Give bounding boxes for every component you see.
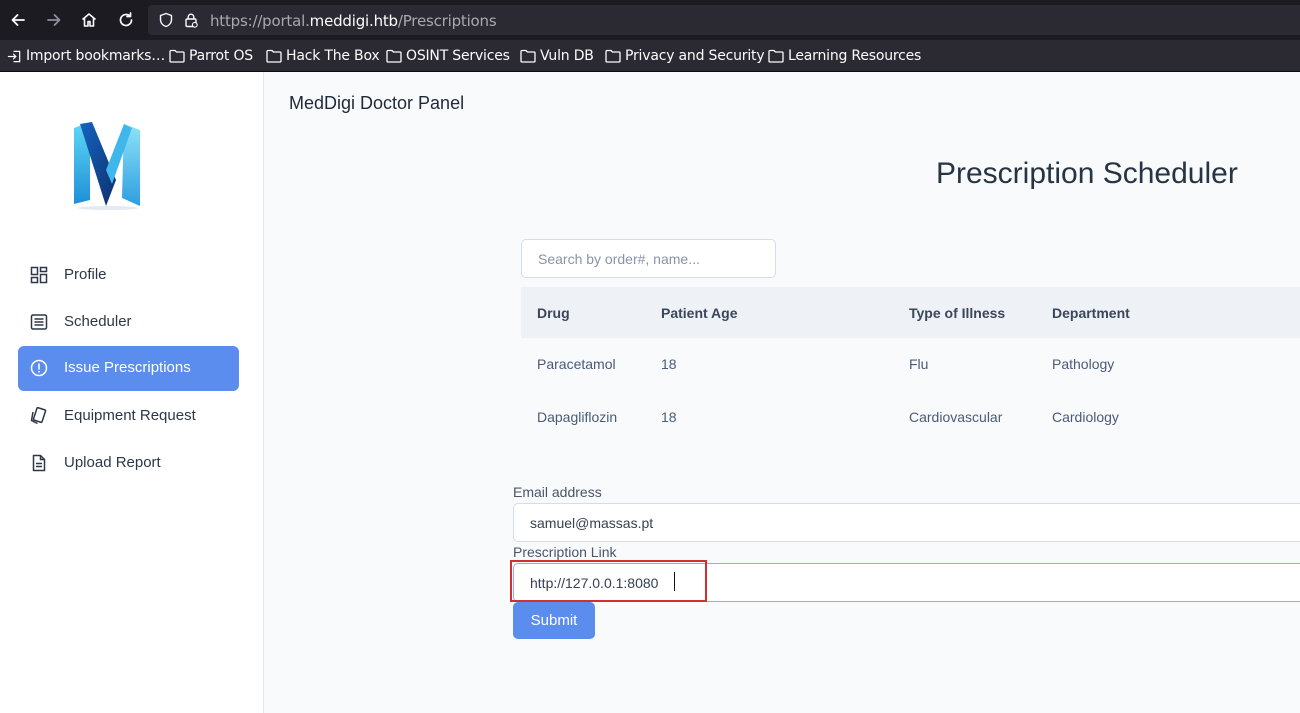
sidebar-item-scheduler[interactable]: Scheduler bbox=[18, 300, 239, 345]
column-header-department[interactable]: Department bbox=[1052, 305, 1130, 321]
bookmark-import[interactable]: Import bookmarks… bbox=[7, 47, 165, 65]
text-caret bbox=[674, 572, 675, 591]
lock-icon[interactable] bbox=[183, 12, 199, 28]
prescription-link-label: Prescription Link bbox=[513, 544, 617, 560]
arrow-left-icon bbox=[11, 14, 25, 26]
submit-button[interactable]: Submit bbox=[513, 602, 595, 639]
bookmark-vuln-db[interactable]: Vuln DB bbox=[520, 47, 594, 65]
bookmark-privacy-and-security[interactable]: Privacy and Security bbox=[605, 47, 765, 65]
sidebar-item-upload-report[interactable]: Upload Report bbox=[18, 441, 239, 486]
bookmark-label: OSINT Services bbox=[406, 48, 510, 64]
sidebar-item-profile[interactable]: Profile bbox=[18, 253, 239, 298]
bookmark-label: Privacy and Security bbox=[625, 48, 765, 64]
bookmarks-toolbar: Import bookmarks… Parrot OS Hack The Box… bbox=[0, 40, 1300, 72]
url-prefix: https://portal. bbox=[210, 12, 310, 30]
sidebar-item-label: Equipment Request bbox=[64, 407, 196, 424]
table-row[interactable]: Dapagliflozin 18 Cardiovascular Cardiolo… bbox=[521, 391, 1300, 444]
cards-icon bbox=[30, 407, 47, 425]
cell-patient-age: 18 bbox=[661, 356, 677, 372]
bookmark-learning-resources[interactable]: Learning Resources bbox=[768, 47, 921, 65]
forward-button[interactable] bbox=[42, 8, 66, 32]
arrow-right-icon bbox=[47, 14, 61, 26]
column-header-drug[interactable]: Drug bbox=[537, 305, 570, 321]
search-input[interactable] bbox=[521, 239, 776, 278]
page-title: Prescription Scheduler bbox=[936, 157, 1238, 190]
home-icon bbox=[81, 13, 97, 27]
meddigi-m-logo bbox=[74, 122, 140, 210]
dashboard-grid-icon bbox=[30, 266, 48, 284]
bookmark-label: Learning Resources bbox=[788, 48, 922, 64]
list-icon bbox=[30, 314, 48, 330]
url-host: meddigi.htb bbox=[309, 12, 398, 30]
folder-icon bbox=[520, 49, 536, 63]
email-label: Email address bbox=[513, 484, 602, 500]
cell-drug: Dapagliflozin bbox=[537, 409, 618, 425]
sidebar-item-label: Profile bbox=[64, 266, 107, 283]
bookmark-label: Hack The Box bbox=[286, 48, 380, 64]
document-icon bbox=[32, 454, 46, 472]
panel-title: MedDigi Doctor Panel bbox=[289, 93, 465, 113]
sidebar: Profile Scheduler Issue Prescriptions Eq… bbox=[0, 72, 264, 713]
cell-type-of-illness: Cardiovascular bbox=[909, 409, 1003, 425]
bookmark-osint-services[interactable]: OSINT Services bbox=[386, 47, 510, 65]
url-text[interactable]: https://portal.meddigi.htb/Prescriptions bbox=[210, 12, 497, 30]
logo[interactable] bbox=[17, 81, 199, 251]
bookmark-parrot-os[interactable]: Parrot OS bbox=[169, 47, 253, 65]
import-icon bbox=[7, 50, 21, 62]
url-path: /Prescriptions bbox=[397, 12, 497, 30]
bookmark-label: Vuln DB bbox=[540, 48, 594, 64]
bookmark-hack-the-box[interactable]: Hack The Box bbox=[266, 47, 380, 65]
sidebar-item-issue-prescriptions[interactable]: Issue Prescriptions bbox=[18, 346, 239, 391]
folder-icon bbox=[386, 49, 402, 63]
home-button[interactable] bbox=[77, 8, 101, 32]
cell-drug: Paracetamol bbox=[537, 356, 616, 372]
folder-icon bbox=[169, 49, 185, 63]
back-button[interactable] bbox=[6, 8, 30, 32]
folder-icon bbox=[266, 49, 282, 63]
table-row[interactable]: Paracetamol 18 Flu Pathology bbox=[521, 338, 1300, 391]
browser-toolbar: https://portal.meddigi.htb/Prescriptions bbox=[0, 0, 1300, 40]
reload-icon bbox=[119, 12, 133, 27]
cell-department: Cardiology bbox=[1052, 409, 1119, 425]
folder-icon bbox=[768, 49, 784, 63]
alert-circle-icon bbox=[30, 359, 48, 377]
sidebar-item-equipment-request[interactable]: Equipment Request bbox=[18, 394, 239, 439]
sidebar-item-label: Upload Report bbox=[64, 454, 161, 471]
prescription-link-field[interactable] bbox=[513, 563, 1300, 602]
bookmark-label: Import bookmarks… bbox=[26, 48, 166, 64]
email-field[interactable] bbox=[513, 503, 1300, 542]
url-bar[interactable]: https://portal.meddigi.htb/Prescriptions bbox=[148, 5, 1300, 35]
reload-button[interactable] bbox=[114, 8, 138, 32]
bookmark-label: Parrot OS bbox=[189, 48, 253, 64]
cell-department: Pathology bbox=[1052, 356, 1115, 372]
column-header-patient-age[interactable]: Patient Age bbox=[661, 305, 738, 321]
shield-icon[interactable] bbox=[158, 12, 174, 28]
folder-icon bbox=[605, 49, 621, 63]
cell-type-of-illness: Flu bbox=[909, 356, 929, 372]
cell-patient-age: 18 bbox=[661, 409, 677, 425]
sidebar-item-label: Scheduler bbox=[64, 313, 132, 330]
column-header-type-of-illness[interactable]: Type of Illness bbox=[909, 305, 1005, 321]
prescriptions-table: Drug Patient Age Type of Illness Departm… bbox=[521, 287, 1300, 444]
sidebar-item-label: Issue Prescriptions bbox=[64, 359, 191, 376]
table-header: Drug Patient Age Type of Illness Departm… bbox=[521, 287, 1300, 338]
